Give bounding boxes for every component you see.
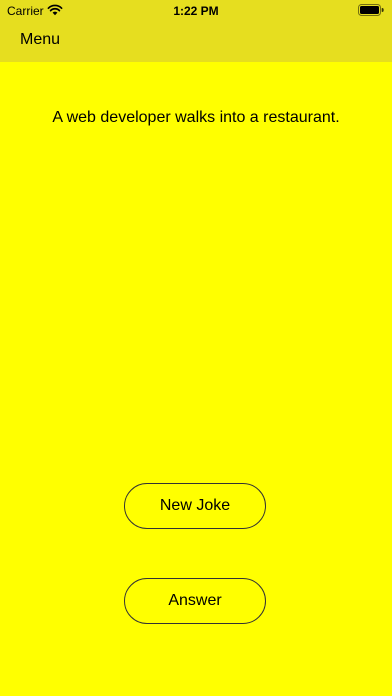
joke-text: A web developer walks into a restaurant. (52, 109, 340, 126)
new-joke-button[interactable]: New Joke (124, 483, 266, 529)
answer-button[interactable]: Answer (124, 578, 266, 624)
status-time: 1:22 PM (173, 4, 219, 18)
menu-button[interactable]: Menu (20, 31, 60, 49)
battery-icon (358, 4, 384, 16)
status-bar: Carrier 1:22 PM (0, 0, 392, 22)
top-bar: Carrier 1:22 PM Menu (0, 0, 392, 62)
